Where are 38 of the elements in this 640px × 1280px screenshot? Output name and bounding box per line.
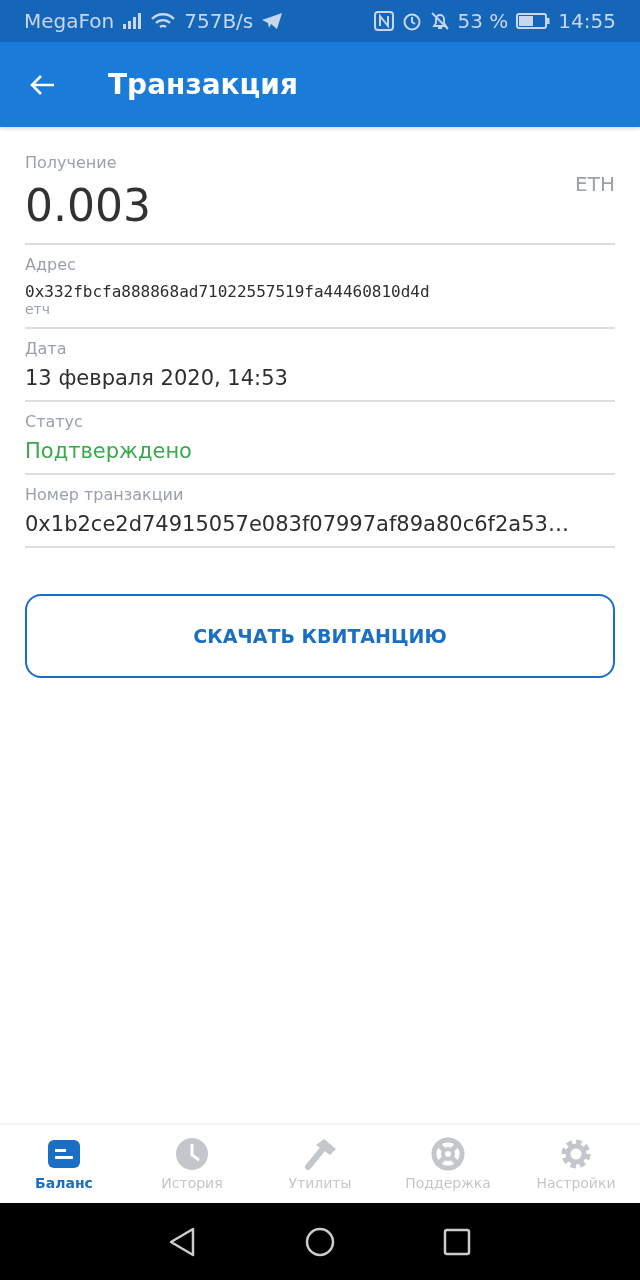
back-arrow-icon: [30, 73, 56, 96]
field-value: Подтверждено: [25, 439, 192, 463]
home-circle-icon[interactable]: [305, 1226, 335, 1257]
clock-icon: [174, 1137, 210, 1171]
recents-square-icon[interactable]: [443, 1227, 471, 1256]
field-note: етч: [25, 301, 51, 317]
wallet-icon: [46, 1137, 82, 1171]
nav-tab[interactable]: Поддержка: [384, 1125, 512, 1203]
field-label: Номер транзакции: [25, 485, 184, 504]
nav-tab[interactable]: Баланс: [0, 1125, 128, 1203]
wifi-icon: [150, 11, 177, 31]
battery-percent: 53 %: [457, 9, 509, 33]
nav-tab[interactable]: История: [128, 1125, 256, 1203]
paper-plane-icon: [261, 12, 284, 30]
back-triangle-icon[interactable]: [169, 1226, 197, 1257]
nfc-icon: [373, 11, 394, 31]
screen-title: Транзакция: [108, 68, 298, 101]
field-value: 13 февраля 2020, 14:53: [25, 366, 288, 390]
alarm-icon: [401, 11, 422, 31]
signal-icon: [122, 12, 143, 30]
amount-value: 0.003: [25, 180, 151, 231]
field-label: Адрес: [25, 255, 76, 274]
bell-off-icon: [429, 11, 450, 31]
clock-time: 14:55: [558, 9, 616, 33]
currency-code: ETH: [575, 172, 615, 196]
field-label: Статус: [25, 412, 83, 431]
field-label: Получение: [25, 153, 117, 172]
field-value: 0x1b2ce2d74915057e083f07997af89a80c6f2a53…: [25, 512, 569, 536]
field-label: Дата: [25, 339, 67, 358]
network-speed: 757B/s: [184, 9, 254, 33]
nav-tab[interactable]: Утилиты: [256, 1125, 384, 1203]
lifebuoy-icon: [430, 1137, 466, 1171]
field-value: 0x332fbcfa888868ad71022557519fa44460810d4d: [25, 282, 430, 301]
download-receipt-button[interactable]: СКАЧАТЬ КВИТАНЦИЮ: [25, 594, 615, 678]
nav-tab[interactable]: Настройки: [512, 1125, 640, 1203]
battery-icon: [516, 12, 551, 30]
carrier-name: MegaFon: [24, 9, 115, 33]
hammer-icon: [302, 1137, 338, 1171]
